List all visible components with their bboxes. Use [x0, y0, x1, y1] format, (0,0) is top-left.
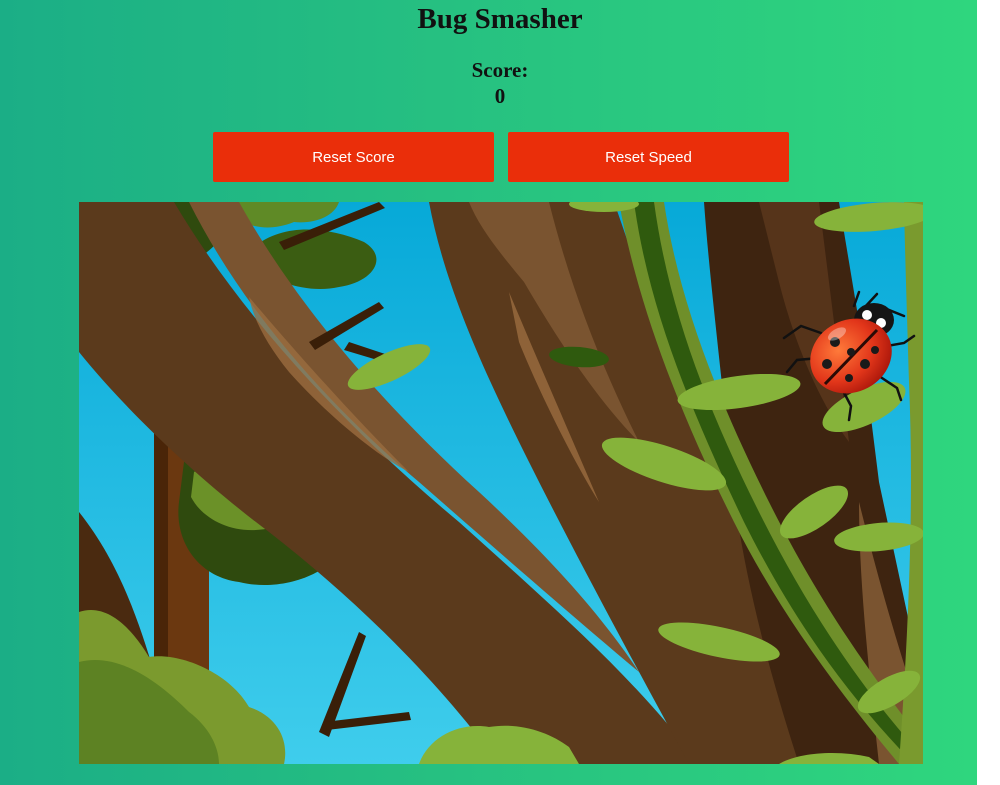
game-canvas[interactable] — [79, 202, 923, 764]
reset-speed-button[interactable]: Reset Speed — [508, 132, 789, 182]
page-title: Bug Smasher — [417, 3, 583, 35]
reset-score-button[interactable]: Reset Score — [213, 132, 494, 182]
score-value: 0 — [494, 84, 506, 108]
window-edge — [977, 0, 1000, 785]
ladybug-icon[interactable] — [779, 288, 919, 423]
score-label: Score: — [471, 58, 529, 82]
tree-background — [79, 202, 923, 764]
